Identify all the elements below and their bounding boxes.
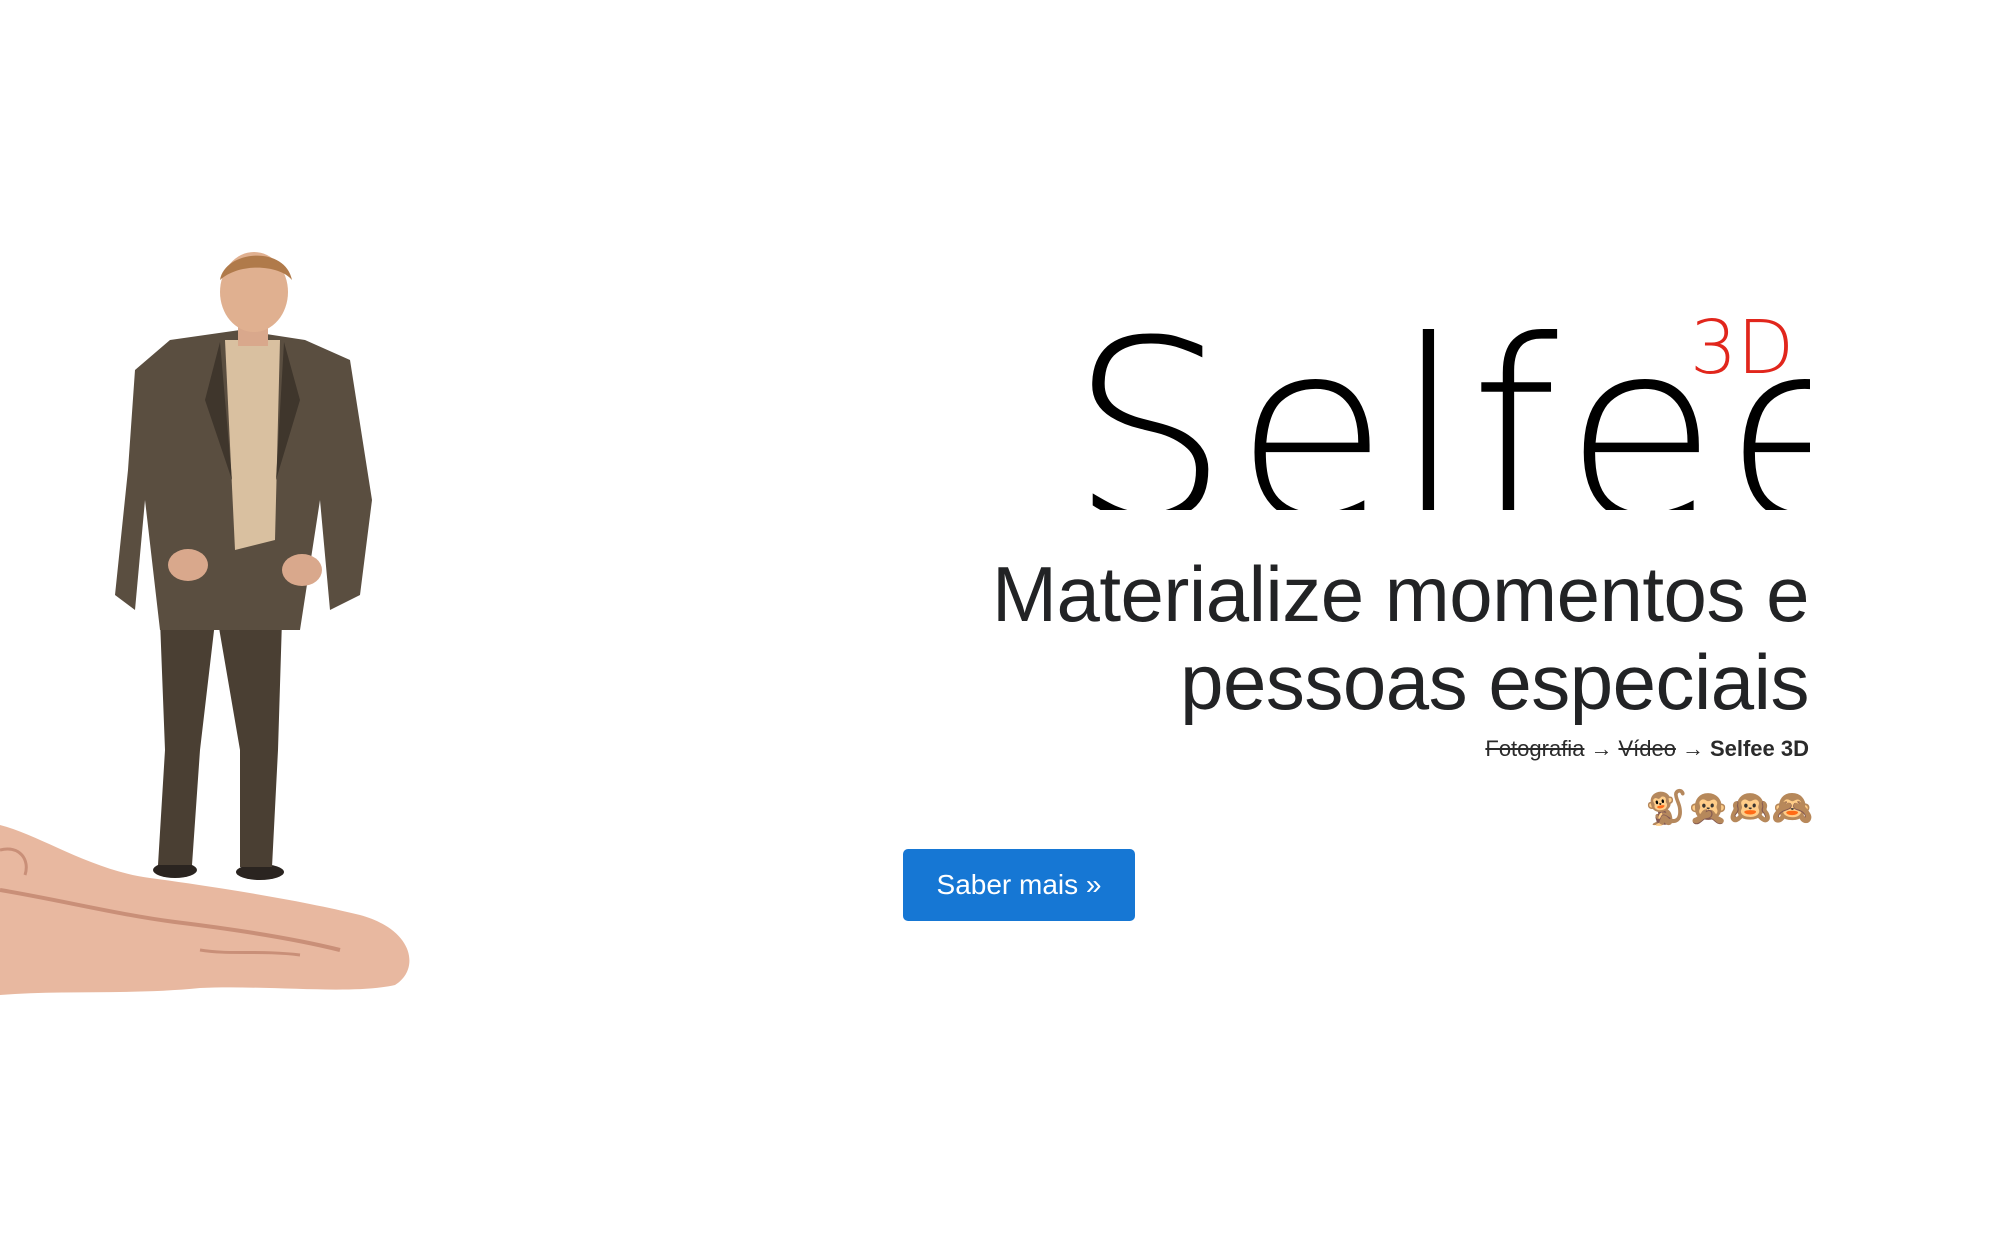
evolution-tagline: Fotografia → Vídeo → Selfee 3D	[1485, 736, 1809, 762]
arrow-right-icon: →	[1590, 736, 1613, 761]
person-on-hand-icon	[0, 252, 410, 995]
speak-no-evil-monkey-icon: 🙊	[1687, 789, 1730, 827]
hear-no-evil-monkey-icon: 🙉	[1729, 789, 1772, 827]
monkey-emoji-row: 🐒 🙊 🙉 🙈	[1645, 788, 1814, 828]
evolution-step-video: Vídeo	[1618, 736, 1676, 761]
see-no-evil-monkey-icon: 🙈	[1771, 789, 1814, 827]
arrow-right-icon: →	[1681, 736, 1704, 761]
hero-figure-image	[0, 250, 430, 1010]
monkey-icon: 🐒	[1645, 789, 1688, 827]
evolution-step-photo: Fotografia	[1485, 736, 1585, 761]
evolution-step-current: Selfee 3D	[1709, 736, 1809, 761]
landing-page: Selfee 3D Materialize momentos e pessoas…	[0, 0, 2015, 1260]
selfee-3d-logo[interactable]: Selfee 3D	[1070, 311, 1810, 515]
logo-3d-superscript: 3D	[1690, 305, 1795, 391]
headline-line-1: Materialize momentos e	[992, 550, 1810, 638]
learn-more-button[interactable]: Saber mais »	[903, 849, 1135, 921]
hero-headline: Materialize momentos e pessoas especiais	[909, 550, 1810, 726]
headline-line-2: pessoas especiais	[1180, 638, 1809, 726]
